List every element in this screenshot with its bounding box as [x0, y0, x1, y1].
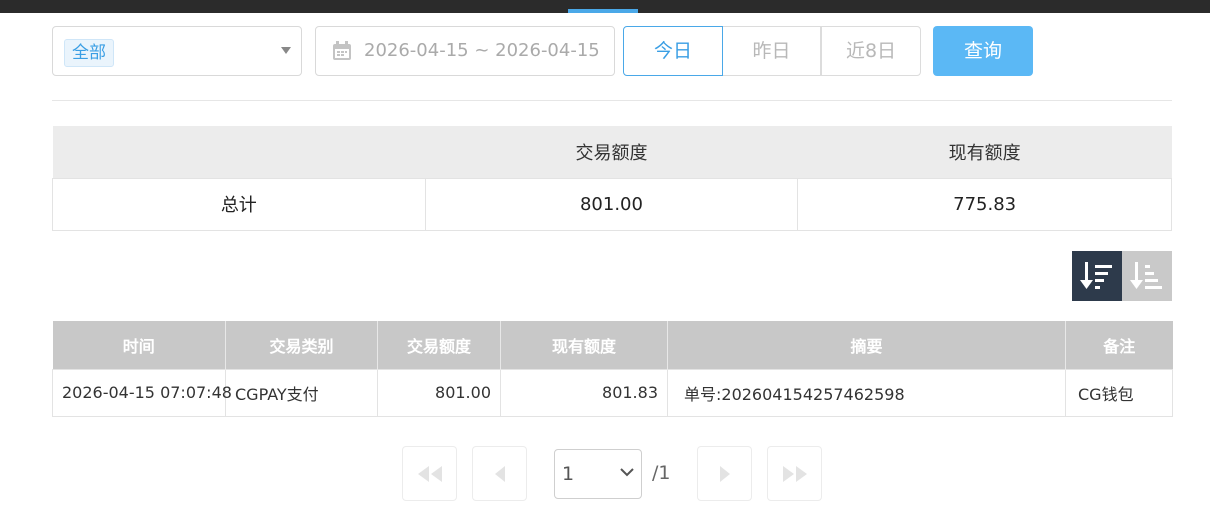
active-nav-indicator [568, 9, 638, 13]
first-page-icon [417, 465, 442, 482]
transactions-header-row: 时间 交易类别 交易额度 现有额度 摘要 备注 [52, 321, 1173, 369]
divider [52, 100, 1172, 101]
cell-time: 2026-04-15 07:07:48 [52, 368, 232, 417]
sort-descending-button[interactable] [1072, 251, 1122, 301]
selected-category-tag[interactable]: 全部 [64, 39, 114, 67]
summary-total-current-amount: 775.83 [797, 177, 1172, 231]
summary-table: 交易额度 现有额度 总计 801.00 775.83 [52, 126, 1172, 231]
cell-remark: CG钱包 [1065, 368, 1173, 417]
table-row: 2026-04-15 07:07:48 CGPAY支付 801.00 801.8… [52, 368, 1173, 417]
first-page-button[interactable] [402, 446, 457, 501]
cell-trade-amount: 801.00 [377, 368, 501, 417]
summary-header-blank [52, 126, 426, 178]
column-header-current-amount: 现有额度 [500, 321, 668, 369]
summary-total-row: 总计 801.00 775.83 [52, 177, 1172, 231]
top-bar [0, 0, 1210, 13]
page-select[interactable]: 1 [554, 449, 642, 499]
current-page-value: 1 [562, 463, 575, 485]
quick-range-yesterday[interactable]: 昨日 [722, 26, 821, 76]
transactions-table: 时间 交易类别 交易额度 现有额度 摘要 备注 2026-04-15 07:07… [52, 321, 1173, 417]
column-header-type: 交易类别 [225, 321, 378, 369]
sort-ascending-button[interactable] [1122, 251, 1172, 301]
summary-header-row: 交易额度 现有额度 [52, 126, 1172, 178]
summary-total-label: 总计 [52, 177, 426, 231]
cell-type: CGPAY支付 [225, 368, 378, 417]
cell-current-amount: 801.83 [500, 368, 668, 417]
previous-page-button[interactable] [472, 446, 527, 501]
date-range-text: 2026-04-15 ~ 2026-04-15 [364, 40, 600, 61]
last-page-button[interactable] [767, 446, 822, 501]
cell-summary: 单号:202604154257462598 [667, 368, 1066, 417]
quick-range-group: 今日 昨日 近8日 [623, 26, 921, 76]
sort-toggle-group [1072, 251, 1172, 301]
sort-descending-icon [1080, 262, 1112, 289]
total-pages: /1 [652, 462, 671, 484]
search-button[interactable]: 查询 [933, 26, 1033, 76]
category-select[interactable]: 全部 [52, 26, 302, 76]
summary-total-trade-amount: 801.00 [424, 177, 799, 231]
chevron-down-icon [620, 468, 634, 477]
last-page-icon [782, 465, 807, 482]
column-header-time: 时间 [52, 321, 226, 369]
next-page-icon [719, 465, 730, 482]
dropdown-caret-icon[interactable] [281, 47, 291, 54]
date-range-input[interactable]: 2026-04-15 ~ 2026-04-15 [315, 26, 615, 76]
column-header-summary: 摘要 [667, 321, 1066, 369]
quick-range-today[interactable]: 今日 [623, 26, 723, 76]
column-header-trade-amount: 交易额度 [377, 321, 501, 369]
next-page-button[interactable] [697, 446, 752, 501]
calendar-icon [333, 41, 351, 60]
column-header-remark: 备注 [1065, 321, 1173, 369]
previous-page-icon [494, 465, 505, 482]
summary-header-current-amount: 现有额度 [797, 126, 1172, 178]
filter-bar: 全部 2026-04-15 ~ 2026-04-15 今日 昨日 近8日 查询 [52, 26, 1172, 76]
quick-range-last-8-days[interactable]: 近8日 [821, 26, 921, 76]
summary-header-trade-amount: 交易额度 [425, 126, 798, 178]
pagination: 1 /1 [402, 446, 822, 501]
sort-ascending-icon [1130, 262, 1162, 289]
